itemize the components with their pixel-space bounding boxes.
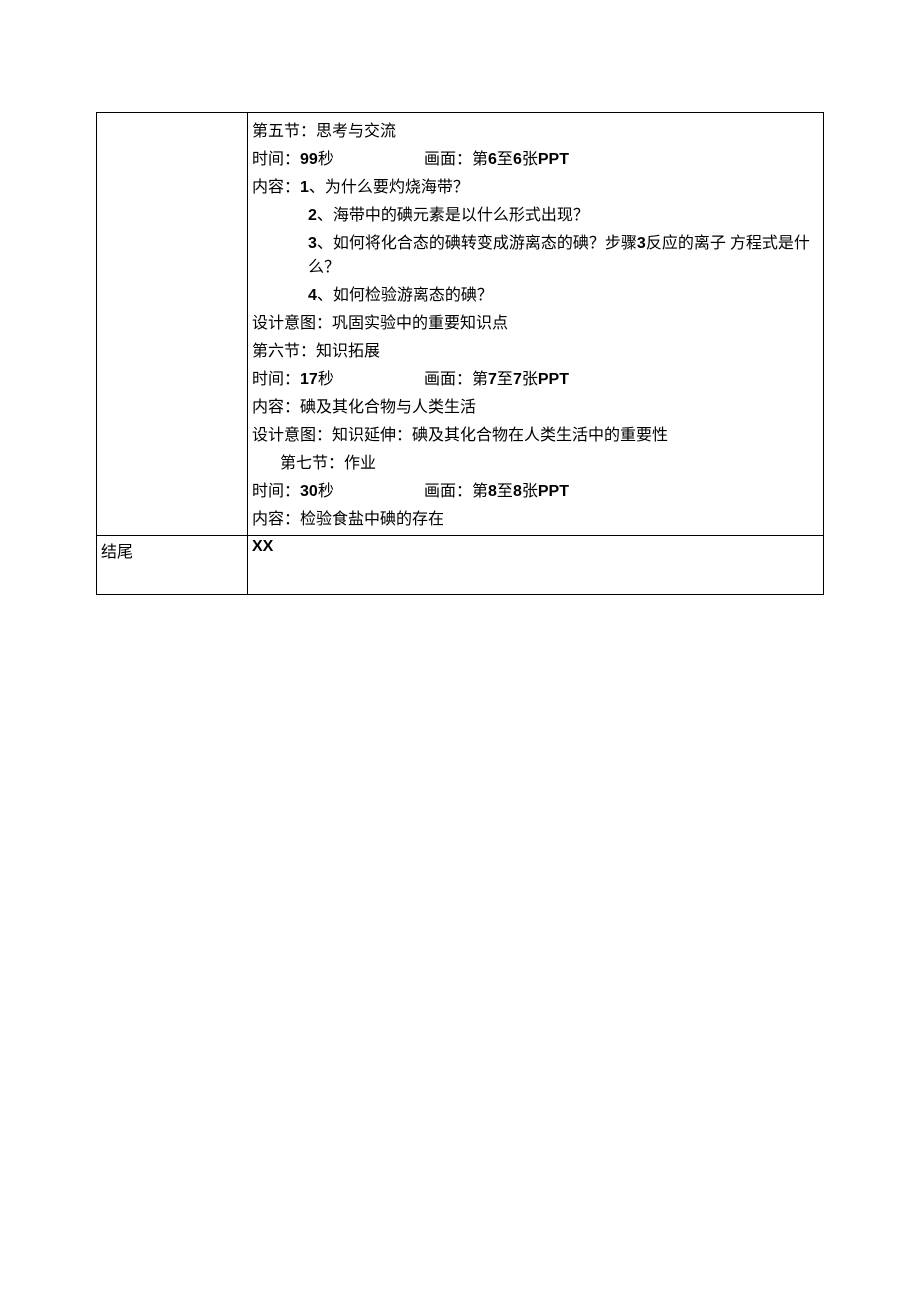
section7-title: 第七节：作业 xyxy=(280,449,819,473)
content-prefix: 内容： xyxy=(252,511,300,528)
list-item-text: 、海带中的碘元素是以什么形式出现？ xyxy=(317,207,589,224)
picture-middle: 至 xyxy=(497,151,513,168)
time-prefix: 时间： xyxy=(252,151,300,168)
section6-time-picture-row: 时间：17秒 画面：第7至7张PPT xyxy=(252,365,819,389)
table-row: 第五节：思考与交流 时间：99秒 画面：第6至6张PPT 内容：1、为什么要灼烧… xyxy=(97,113,824,536)
section5-picture: 画面：第6至6张PPT xyxy=(424,145,819,169)
section7-content-text: 检验食盐中碘的存在 xyxy=(300,511,444,528)
section5-pic-to: 6 xyxy=(513,151,522,168)
section5-time: 时间：99秒 xyxy=(252,145,424,169)
list-item: 2、海带中的碘元素是以什么形式出现？ xyxy=(308,201,819,225)
section6-content-line: 内容：碘及其化合物与人类生活 xyxy=(252,393,819,417)
picture-prefix: 画面：第 xyxy=(424,371,488,388)
footer-value: XX xyxy=(252,538,273,555)
ppt-label: PPT xyxy=(538,151,569,168)
section6-title: 第六节：知识拓展 xyxy=(252,337,819,361)
list-item-text: 、如何检验游离态的碘？ xyxy=(317,287,493,304)
footer-content-cell: XX xyxy=(248,536,824,595)
section6-pic-to: 7 xyxy=(513,371,522,388)
section6-design-intent: 设计意图：知识延伸：碘及其化合物在人类生活中的重要性 xyxy=(252,421,819,445)
list-item: 3、如何将化合态的碘转变成游离态的碘？步骤3反应的离子 方程式是什么？ xyxy=(308,229,819,277)
section5-title: 第五节：思考与交流 xyxy=(252,117,819,141)
section5-item1-num: 1 xyxy=(300,179,309,196)
picture-middle: 至 xyxy=(497,483,513,500)
footer-label: 结尾 xyxy=(101,544,133,561)
content-prefix: 内容： xyxy=(252,179,300,196)
list-item: 4、如何检验游离态的碘？ xyxy=(308,281,819,305)
section7-time-value: 30 xyxy=(300,483,318,500)
picture-suffix: 张 xyxy=(522,151,538,168)
section6-content-text: 碘及其化合物与人类生活 xyxy=(300,399,476,416)
section6-design-intent-text: 知识延伸：碘及其化合物在人类生活中的重要性 xyxy=(332,427,668,444)
design-intent-prefix: 设计意图： xyxy=(252,315,332,332)
picture-prefix: 画面：第 xyxy=(424,151,488,168)
section5-content-line: 内容：1、为什么要灼烧海带？ xyxy=(252,173,819,197)
footer-label-cell: 结尾 xyxy=(97,536,248,595)
list-item-num: 4 xyxy=(308,287,317,304)
section7-content-line: 内容：检验食盐中碘的存在 xyxy=(252,505,819,529)
section5-item-list: 2、海带中的碘元素是以什么形式出现？ 3、如何将化合态的碘转变成游离态的碘？步骤… xyxy=(308,201,819,305)
list-item-num: 2 xyxy=(308,207,317,224)
time-prefix: 时间： xyxy=(252,371,300,388)
design-intent-prefix: 设计意图： xyxy=(252,427,332,444)
picture-suffix: 张 xyxy=(522,371,538,388)
section6-time: 时间：17秒 xyxy=(252,365,424,389)
section7-pic-from: 8 xyxy=(488,483,497,500)
section5-time-value: 99 xyxy=(300,151,318,168)
lesson-plan-table: 第五节：思考与交流 时间：99秒 画面：第6至6张PPT 内容：1、为什么要灼烧… xyxy=(96,112,824,595)
table-row: 结尾 XX xyxy=(97,536,824,595)
section6-picture: 画面：第7至7张PPT xyxy=(424,365,819,389)
seconds-suffix: 秒 xyxy=(318,371,334,388)
section7-picture: 画面：第8至8张PPT xyxy=(424,477,819,501)
section5-time-picture-row: 时间：99秒 画面：第6至6张PPT xyxy=(252,145,819,169)
picture-suffix: 张 xyxy=(522,483,538,500)
section5-design-intent: 设计意图：巩固实验中的重要知识点 xyxy=(252,309,819,333)
section7-pic-to: 8 xyxy=(513,483,522,500)
content-prefix: 内容： xyxy=(252,399,300,416)
list-item-text-a: 、如何将化合态的碘转变成游离态的碘？步骤 xyxy=(317,235,637,252)
seconds-suffix: 秒 xyxy=(318,483,334,500)
page-container: 第五节：思考与交流 时间：99秒 画面：第6至6张PPT 内容：1、为什么要灼烧… xyxy=(0,0,920,1301)
list-item-num: 3 xyxy=(308,235,317,252)
row-content-cell: 第五节：思考与交流 时间：99秒 画面：第6至6张PPT 内容：1、为什么要灼烧… xyxy=(248,113,824,536)
section6-time-value: 17 xyxy=(300,371,318,388)
ppt-label: PPT xyxy=(538,371,569,388)
section5-pic-from: 6 xyxy=(488,151,497,168)
ppt-label: PPT xyxy=(538,483,569,500)
time-prefix: 时间： xyxy=(252,483,300,500)
picture-prefix: 画面：第 xyxy=(424,483,488,500)
row-label-cell xyxy=(97,113,248,536)
picture-middle: 至 xyxy=(497,371,513,388)
section7-time: 时间：30秒 xyxy=(252,477,424,501)
list-item-inline-num: 3 xyxy=(637,235,646,252)
section5-item1-text: 、为什么要灼烧海带？ xyxy=(309,179,469,196)
seconds-suffix: 秒 xyxy=(318,151,334,168)
section5-design-intent-text: 巩固实验中的重要知识点 xyxy=(332,315,508,332)
section6-pic-from: 7 xyxy=(488,371,497,388)
section7-time-picture-row: 时间：30秒 画面：第8至8张PPT xyxy=(252,477,819,501)
